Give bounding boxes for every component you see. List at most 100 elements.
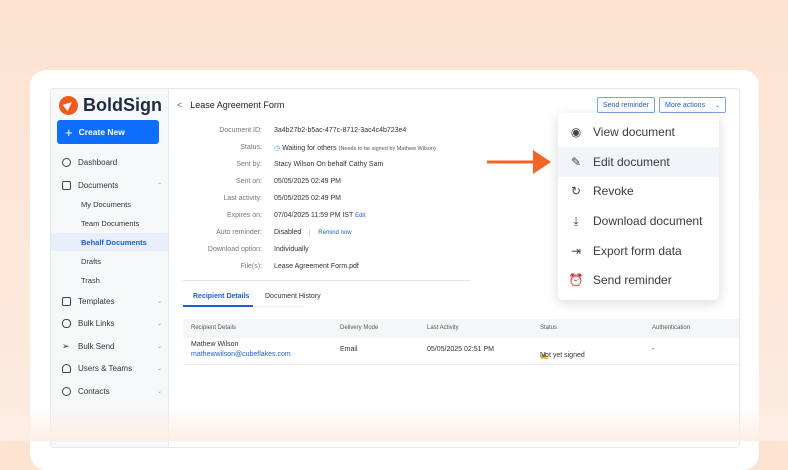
templates-icon (62, 296, 71, 306)
plus-icon: + (65, 124, 73, 140)
status-note: (Needs to be signed by Mathew Wilson) (338, 146, 436, 152)
sidebar-item-drafts[interactable]: Drafts (51, 252, 168, 270)
menu-item-download-document[interactable]: ⤓ Download document (558, 206, 719, 236)
menu-item-revoke[interactable]: ↻ Revoke (558, 176, 719, 206)
label: Sent on: (235, 178, 262, 185)
bottom-fade (0, 405, 788, 441)
sidebar-item-templates[interactable]: Templates ⌄ (51, 292, 168, 310)
pencil-icon: ✎ (570, 155, 582, 169)
value: 05/05/2025 02:49 PM (274, 195, 341, 202)
chevron-down-icon: ⌄ (156, 388, 162, 395)
sidebar-item-contacts[interactable]: Contacts ⌄ (51, 382, 168, 400)
label: Send reminder (593, 273, 672, 287)
detail-download-option: Download option: Individually (169, 246, 469, 258)
label: Team Documents (81, 218, 140, 228)
label: Edit document (593, 155, 670, 169)
chevron-down-icon: ⌄ (156, 320, 162, 327)
label: Revoke (593, 184, 634, 198)
title-text: Lease Agreement Form (190, 100, 285, 110)
detail-auto-reminder: Auto reminder: Disabled Remind now (169, 229, 469, 241)
recipient-name: Mathew Wilson (191, 341, 239, 348)
send-icon: ➢ (62, 340, 70, 351)
more-actions-menu: ◉ View document ✎ Edit document ↻ Revoke ⤓ D… (558, 113, 719, 300)
label: Bulk Send (78, 341, 115, 351)
authentication: - (652, 346, 655, 353)
active-tab-indicator (183, 305, 253, 307)
value: Disabled (274, 229, 302, 236)
value[interactable]: Lease Agreement Form.pdf (274, 263, 359, 270)
label: Send reminder (603, 101, 649, 109)
menu-item-export-form-data[interactable]: ⇥ Export form data (558, 236, 719, 266)
label: Drafts (81, 256, 102, 266)
value: 3a4b27b2-b5ac-477c-8712-3ac4c4b723e4 (274, 127, 407, 134)
sidebar-item-users-teams[interactable]: Users & Teams ⌄ (51, 359, 168, 377)
chevron-down-icon: ⌄ (156, 365, 162, 372)
more-actions-button[interactable]: More actions ⌄ (659, 97, 726, 113)
menu-item-edit-document[interactable]: ✎ Edit document (558, 147, 719, 177)
bell-icon: ⏰ (568, 273, 584, 287)
menu-item-view-document[interactable]: ◉ View document (558, 117, 719, 147)
arrow-pointer-icon (487, 150, 551, 174)
sidebar-item-dashboard[interactable]: Dashboard (51, 153, 168, 171)
detail-status: Status: ◷ Waiting for others (Needs to be… (169, 144, 469, 156)
detail-sent-by: Sent by: Stacy Wilson On behalf Cathy Sam (169, 161, 469, 173)
send-reminder-button[interactable]: Send reminder (597, 97, 655, 113)
sidebar-item-team-documents[interactable]: Team Documents (51, 214, 168, 232)
create-label: Create New (78, 127, 125, 137)
value: Stacy Wilson On behalf Cathy Sam (274, 161, 384, 168)
label: Templates (78, 296, 115, 306)
col-status: Status (540, 325, 558, 331)
col-recipient: Recipient Details (191, 325, 237, 331)
back-icon[interactable]: < (177, 100, 182, 110)
label: View document (593, 125, 675, 139)
label: Behalf Documents (81, 237, 147, 247)
table-header: Recipient Details Delivery Mode Last Act… (183, 319, 739, 338)
sidebar-item-documents[interactable]: Documents ⌃ (51, 176, 168, 194)
sidebar-item-trash[interactable]: Trash (51, 271, 168, 289)
tab-document-history[interactable]: Document History (265, 293, 321, 300)
revoke-icon: ↻ (570, 184, 582, 198)
detail-expires-on: Expires on: 07/04/2025 11:59 PM IST Edit (169, 212, 469, 224)
label: Documents (78, 180, 119, 190)
contacts-icon (62, 386, 71, 396)
label: Status: (240, 144, 262, 151)
sidebar-item-behalf-documents[interactable]: Behalf Documents (51, 233, 168, 251)
tab-recipient-details[interactable]: Recipient Details (193, 293, 249, 300)
label: Users & Teams (78, 363, 133, 373)
label: My Documents (81, 199, 132, 209)
brand-name: BoldSign (83, 95, 162, 115)
detail-last-activity: Last activity: 05/05/2025 02:49 PM (169, 195, 469, 207)
label: Dashboard (78, 157, 118, 167)
folder-icon (62, 180, 71, 190)
logo-icon (59, 96, 78, 115)
logo: BoldSign (59, 95, 162, 116)
value: 05/05/2025 02:49 PM (274, 178, 341, 185)
export-icon: ⇥ (570, 244, 582, 258)
label: Document ID: (219, 127, 262, 134)
remind-now-link[interactable]: Remind now (318, 230, 351, 236)
label: Download document (593, 214, 703, 228)
value: Waiting for others (282, 145, 337, 152)
create-new-button[interactable]: + Create New (57, 120, 159, 144)
menu-item-send-reminder[interactable]: ⏰ Send reminder (558, 265, 719, 295)
value: Individually (274, 246, 309, 253)
last-activity: 05/05/2025 02:51 PM (427, 346, 494, 353)
label: Auto reminder: (216, 229, 262, 236)
label: Contacts (78, 386, 110, 396)
download-icon: ⤓ (573, 213, 579, 228)
edit-expiry-link[interactable]: Edit (355, 213, 365, 219)
eye-icon: ◉ (570, 125, 582, 139)
dashboard-icon (62, 157, 71, 167)
chevron-up-icon: ⌃ (156, 182, 162, 189)
recipient-email[interactable]: mathewwilson@cubeflakes.com (191, 351, 291, 358)
delivery-mode: Email (340, 346, 358, 353)
clock-icon: ◷ (274, 145, 281, 152)
chevron-down-icon: ⌄ (156, 343, 162, 350)
divider (183, 280, 471, 281)
sidebar-item-bulk-links[interactable]: Bulk Links ⌄ (51, 314, 168, 332)
table-row: Mathew Wilson mathewwilson@cubeflakes.co… (183, 338, 739, 365)
sidebar-item-my-documents[interactable]: My Documents (51, 195, 168, 213)
detail-sent-on: Sent on: 05/05/2025 02:49 PM (169, 178, 469, 190)
detail-document-id: Document ID: 3a4b27b2-b5ac-477c-8712-3ac4… (169, 127, 469, 139)
sidebar-item-bulk-send[interactable]: ➢ Bulk Send ⌄ (51, 337, 168, 355)
